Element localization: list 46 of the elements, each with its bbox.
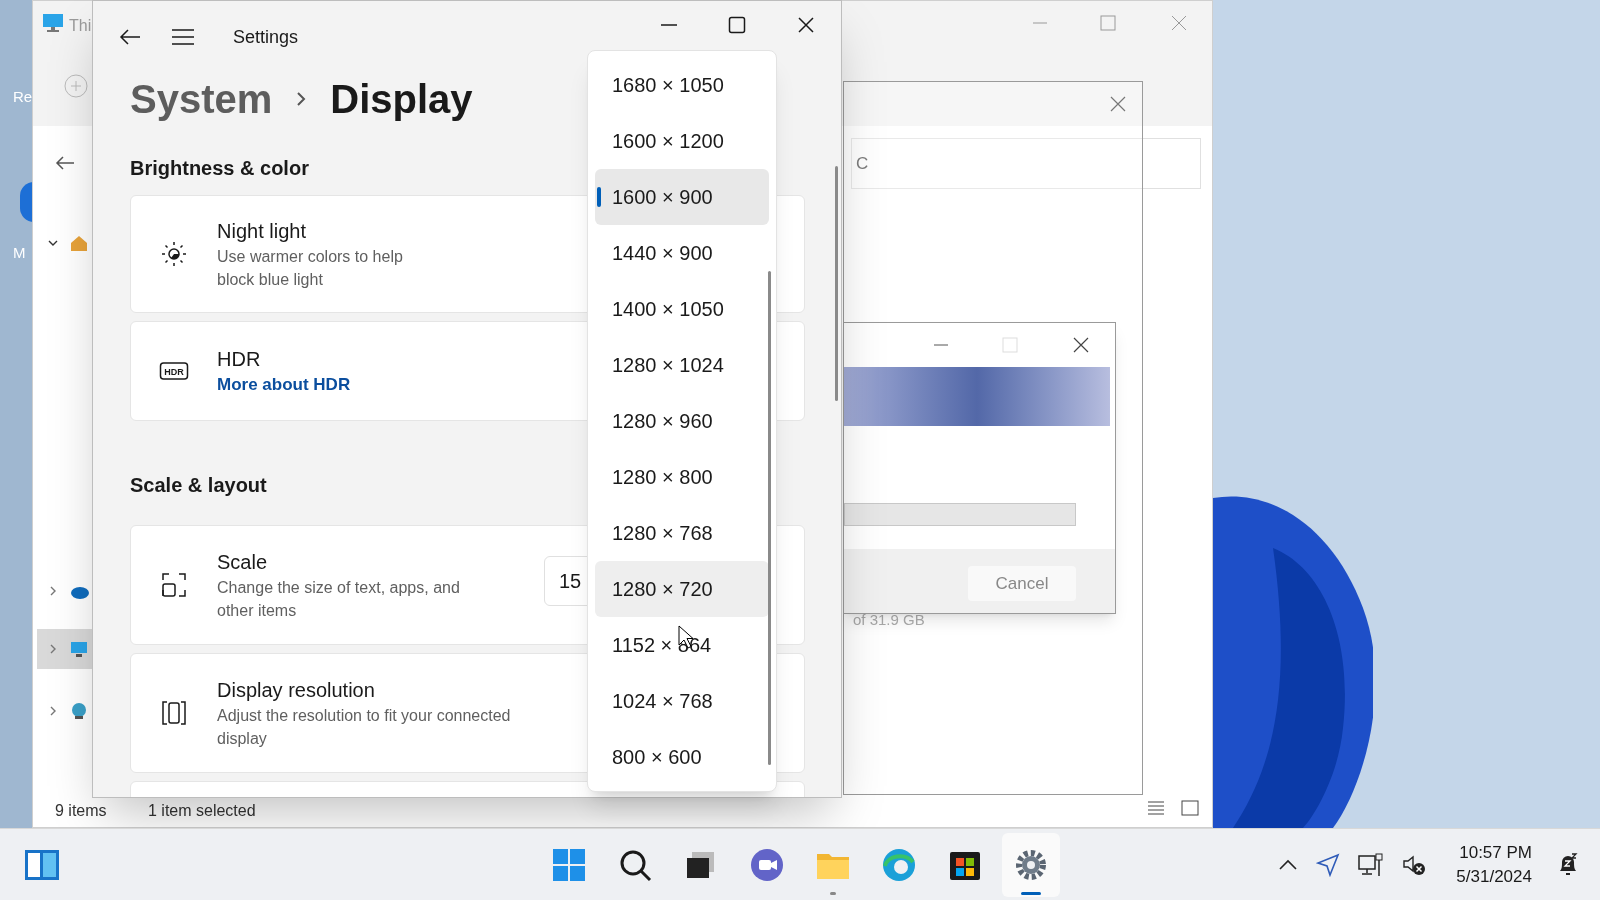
setting-description: Use warmer colors to help block blue light <box>217 247 404 290</box>
window-title: Settings <box>233 25 299 49</box>
clock-time[interactable]: 10:57 PM <box>1459 840 1532 865</box>
sun-icon <box>159 239 189 269</box>
tiles-view-icon[interactable] <box>1181 800 1199 816</box>
status-text: 1 item selected <box>148 801 256 821</box>
back-arrow-icon[interactable] <box>55 155 75 171</box>
close-icon[interactable] <box>797 16 815 34</box>
window-title: Thi <box>69 16 92 36</box>
scrollbar-thumb[interactable] <box>835 166 838 401</box>
section-heading: Scale & layout <box>130 473 267 498</box>
clock-date[interactable]: 5/31/2024 <box>1456 864 1532 889</box>
scale-icon <box>159 570 189 600</box>
setting-description: Adjust the resolution to fit your connected display <box>217 706 512 749</box>
maximize-icon[interactable] <box>728 16 746 34</box>
storage-size-text: of 31.9 GB <box>853 610 925 630</box>
running-indicator <box>830 891 836 895</box>
scrollbar-thumb[interactable] <box>768 271 771 765</box>
search-field[interactable]: C <box>851 138 1201 189</box>
menu-option[interactable]: 1280 × 720 <box>595 561 769 617</box>
menu-icon[interactable] <box>171 28 195 46</box>
breadcrumb-link[interactable]: System <box>130 69 273 129</box>
running-indicator <box>1021 891 1041 895</box>
setting-title: Display resolution <box>217 678 376 703</box>
details-view-icon[interactable] <box>1147 800 1165 816</box>
resolution-icon <box>159 698 189 728</box>
help-link[interactable]: More about HDR <box>217 373 351 397</box>
setting-description: Change the size of text, apps, and other items <box>217 578 461 621</box>
menu-option[interactable]: 1600 × 900 <box>595 169 769 225</box>
pc-icon <box>69 639 89 659</box>
setting-title: Scale <box>217 550 269 575</box>
location-arrow-icon[interactable] <box>1316 852 1341 877</box>
setting-title: HDR <box>217 347 262 372</box>
monitor-icon <box>42 13 64 33</box>
maximize-icon <box>1002 337 1018 353</box>
volume-muted-icon[interactable] <box>1402 853 1427 876</box>
widgets-icon[interactable] <box>24 848 60 881</box>
setting-title: Night light <box>217 219 307 244</box>
section-heading: Brightness & color <box>130 156 309 181</box>
back-arrow-icon[interactable] <box>119 28 141 46</box>
page-title: Display <box>330 76 473 123</box>
home-icon <box>69 233 89 253</box>
close-icon[interactable] <box>1073 337 1089 353</box>
selection-indicator <box>597 187 601 207</box>
status-text: 9 items <box>55 801 107 821</box>
chevron-up-icon[interactable] <box>1278 858 1299 871</box>
